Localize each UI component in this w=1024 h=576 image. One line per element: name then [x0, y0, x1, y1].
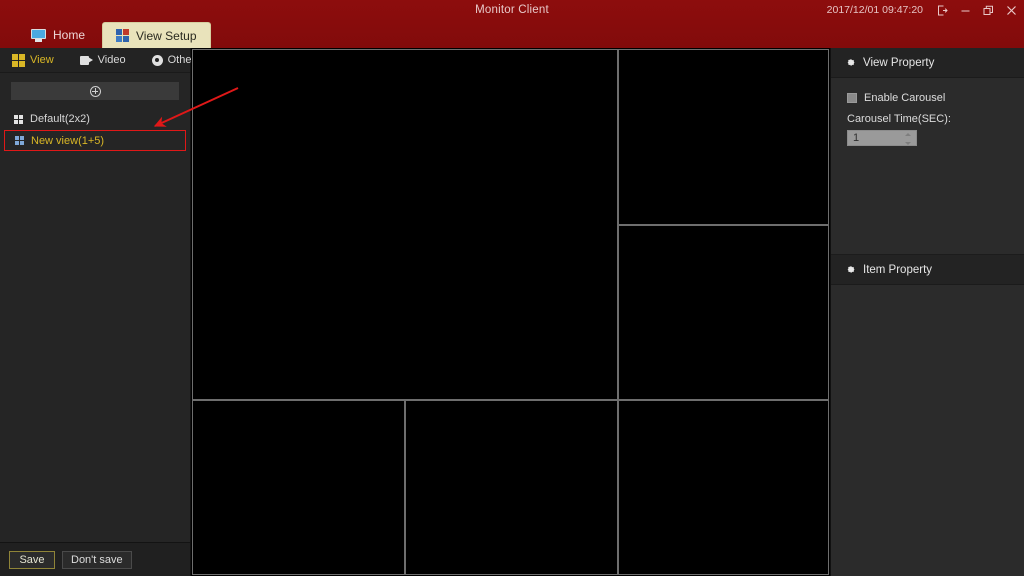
grid-icon — [116, 29, 130, 42]
carousel-time-stepper[interactable]: 1 — [847, 130, 917, 146]
dont-save-button[interactable]: Don't save — [62, 550, 132, 569]
view-list: Default(2x2) New view(1+5) — [0, 108, 190, 151]
add-view-button[interactable] — [11, 82, 179, 100]
view-list-item-new-view[interactable]: New view(1+5) — [4, 130, 186, 151]
gear-icon — [845, 57, 856, 68]
item-property-title: Item Property — [863, 263, 933, 276]
save-button[interactable]: Save — [9, 550, 55, 569]
view-list-item-label: New view(1+5) — [31, 134, 105, 147]
camera-icon — [79, 55, 93, 65]
sidebar-tab-video-label: Video — [97, 54, 126, 66]
top-tab-bar: Home View Setup — [18, 21, 211, 48]
video-cell-bottom-left[interactable] — [192, 400, 405, 575]
grid-icon — [12, 53, 25, 67]
carousel-time-label: Carousel Time(SEC): — [847, 113, 951, 125]
tab-home[interactable]: Home — [18, 22, 98, 48]
dot-icon — [151, 54, 163, 66]
video-cell-bottom-center[interactable] — [405, 400, 618, 575]
tab-view-setup-label: View Setup — [136, 28, 197, 43]
sidebar-footer: Save Don't save — [0, 542, 190, 576]
grid-icon — [14, 114, 23, 124]
sidebar-tab-other[interactable]: Other — [151, 54, 195, 66]
grid-icon — [15, 136, 24, 145]
tab-view-setup[interactable]: View Setup — [102, 22, 211, 48]
logout-icon[interactable] — [935, 3, 949, 17]
video-cell-right-bottom[interactable] — [618, 225, 829, 400]
clock-label: 2017/12/01 09:47:20 — [826, 4, 923, 16]
minimize-icon[interactable] — [958, 3, 972, 17]
gear-icon — [845, 264, 856, 275]
view-list-item-label: Default(2x2) — [30, 113, 90, 125]
view-property-body: Enable Carousel Carousel Time(SEC): 1 — [831, 78, 1024, 146]
item-property-header: Item Property — [831, 255, 1024, 285]
view-property-header: View Property — [831, 48, 1024, 78]
sidebar-tab-video[interactable]: Video — [79, 54, 126, 66]
sidebar: View Video Other Default(2x2) New view(1… — [0, 48, 195, 576]
monitor-icon — [31, 28, 46, 42]
enable-carousel-checkbox[interactable] — [847, 93, 857, 103]
view-property-title: View Property — [863, 56, 935, 69]
video-cell-bottom-right[interactable] — [618, 400, 829, 575]
video-stage — [191, 48, 830, 576]
window-controls: 2017/12/01 09:47:20 — [827, 0, 1018, 20]
sidebar-tab-view[interactable]: View — [12, 53, 54, 67]
monitor-client-window: Monitor Client 2017/12/01 09:47:20 Home … — [0, 0, 1024, 576]
right-panel: View Property Enable Carousel Carousel T… — [830, 48, 1024, 576]
video-cell-right-top[interactable] — [618, 49, 829, 225]
video-cell-big[interactable] — [192, 49, 618, 400]
restore-icon[interactable] — [981, 3, 995, 17]
title-bar: Monitor Client 2017/12/01 09:47:20 Home … — [0, 0, 1024, 48]
enable-carousel-row[interactable]: Enable Carousel — [847, 92, 1008, 104]
carousel-time-value: 1 — [853, 132, 860, 144]
close-icon[interactable] — [1004, 3, 1018, 17]
view-list-item-default[interactable]: Default(2x2) — [0, 108, 190, 130]
tab-home-label: Home — [53, 28, 86, 42]
plus-circle-icon — [89, 85, 101, 97]
enable-carousel-label: Enable Carousel — [864, 92, 946, 104]
sidebar-tab-bar: View Video Other — [0, 48, 195, 73]
stepper-arrows-icon[interactable] — [905, 133, 914, 145]
sidebar-tab-view-label: View — [30, 54, 54, 66]
